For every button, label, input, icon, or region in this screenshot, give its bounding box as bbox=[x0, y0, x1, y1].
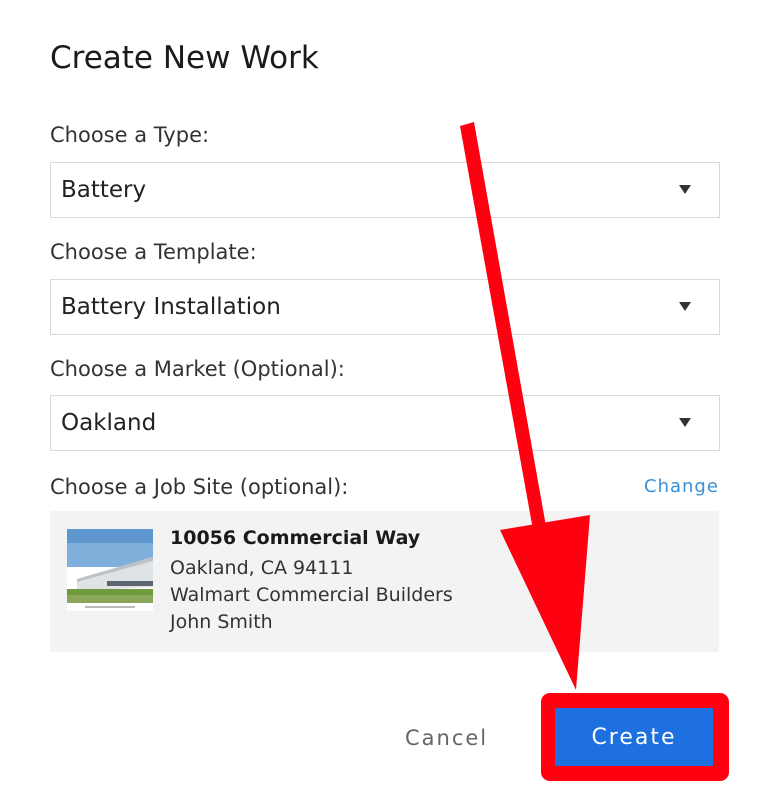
template-label: Choose a Template: bbox=[50, 240, 257, 264]
template-select[interactable]: Battery Installation bbox=[50, 279, 720, 335]
caret-down-icon bbox=[679, 302, 691, 311]
job-site-company: Walmart Commercial Builders bbox=[170, 584, 453, 606]
caret-down-icon bbox=[679, 418, 691, 427]
type-select[interactable]: Battery bbox=[50, 162, 720, 218]
job-site-name: 10056 Commercial Way bbox=[170, 527, 421, 549]
change-job-site-link[interactable]: Change bbox=[644, 476, 719, 497]
market-select[interactable]: Oakland bbox=[50, 395, 720, 451]
market-label: Choose a Market (Optional): bbox=[50, 357, 345, 381]
job-site-contact: John Smith bbox=[170, 611, 273, 633]
type-label: Choose a Type: bbox=[50, 123, 210, 147]
job-site-card[interactable]: 10056 Commercial Way Oakland, CA 94111 W… bbox=[50, 511, 719, 652]
job-site-photo bbox=[67, 529, 153, 611]
caret-down-icon bbox=[679, 185, 691, 194]
job-site-address: Oakland, CA 94111 bbox=[170, 557, 354, 579]
create-button[interactable]: Create bbox=[555, 708, 713, 766]
template-select-value: Battery Installation bbox=[61, 294, 281, 320]
job-site-label: Choose a Job Site (optional): bbox=[50, 475, 349, 499]
dialog-title: Create New Work bbox=[50, 40, 319, 76]
market-select-value: Oakland bbox=[61, 410, 157, 436]
cancel-button[interactable]: Cancel bbox=[405, 726, 488, 750]
type-select-value: Battery bbox=[61, 177, 147, 203]
